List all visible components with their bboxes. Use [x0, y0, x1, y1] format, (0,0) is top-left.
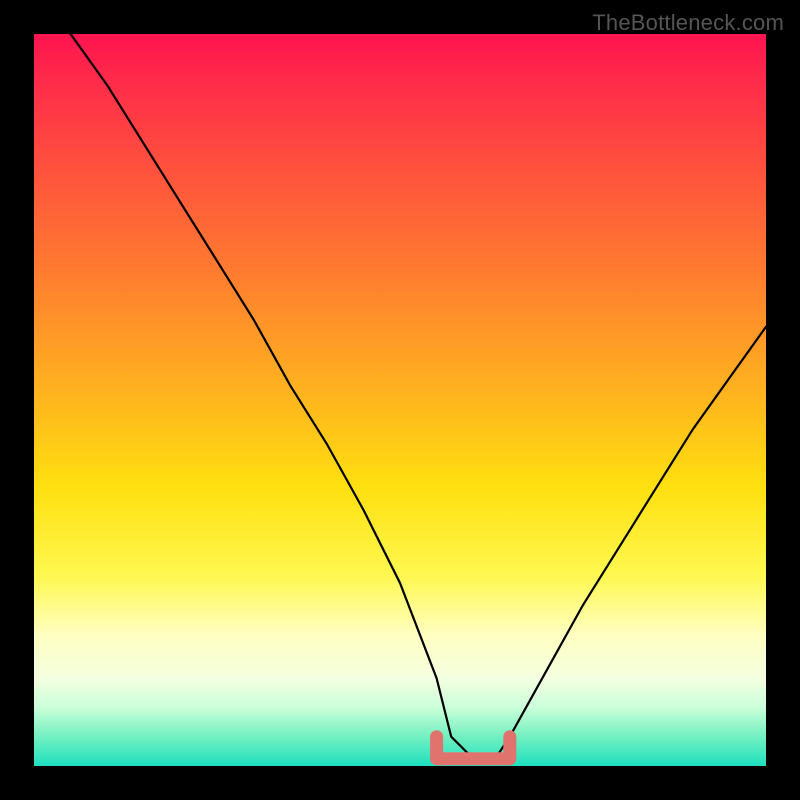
- curve-layer: [34, 34, 766, 766]
- plot-area: [34, 34, 766, 766]
- watermark-text: TheBottleneck.com: [592, 10, 784, 36]
- optimal-region-marker: [437, 737, 510, 759]
- bottleneck-curve: [71, 34, 766, 759]
